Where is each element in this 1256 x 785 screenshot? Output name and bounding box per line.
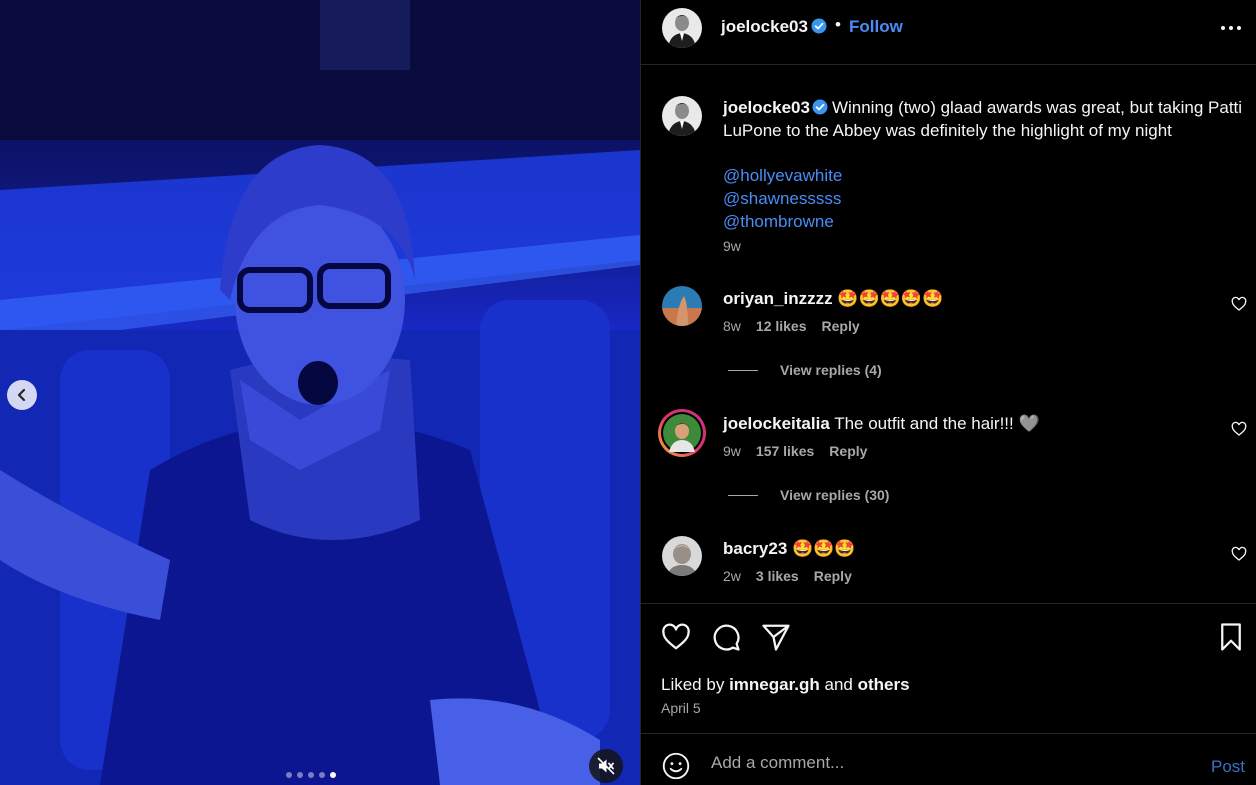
comment-username[interactable]: joelockeitalia: [723, 414, 830, 433]
liked-by-others[interactable]: others: [858, 675, 910, 694]
post-date: April 5: [661, 700, 701, 716]
comment-likes[interactable]: 157 likes: [756, 443, 814, 459]
verified-icon: [811, 18, 827, 34]
share-icon[interactable]: [761, 622, 791, 652]
comment-username[interactable]: bacry23: [723, 539, 787, 558]
comment-input[interactable]: [709, 752, 1193, 774]
heart-icon[interactable]: [1231, 546, 1247, 562]
heart-icon[interactable]: [1231, 421, 1247, 437]
view-replies-button[interactable]: View replies (30): [728, 487, 889, 503]
chevron-left-icon: [17, 388, 26, 402]
view-replies-label: View replies (4): [780, 362, 882, 378]
commenter-avatar[interactable]: [662, 286, 702, 326]
caption-timestamp: 9w: [723, 238, 741, 254]
comment-text: 🤩🤩🤩🤩🤩: [837, 289, 944, 308]
liked-by-prefix: Liked by: [661, 675, 725, 694]
carousel-dot: [319, 772, 325, 778]
mention-link[interactable]: @shawnesssss: [723, 187, 1243, 210]
comment-composer: Post: [641, 733, 1256, 785]
carousel-dot: [308, 772, 314, 778]
reply-button[interactable]: Reply: [814, 568, 852, 584]
liked-by-user[interactable]: imnegar.gh: [729, 675, 820, 694]
post-media[interactable]: [0, 0, 640, 785]
replies-divider: [728, 369, 758, 371]
comment-text: 🤩🤩🤩: [792, 539, 856, 558]
liked-by-and: and: [824, 675, 853, 694]
comment-icon[interactable]: [711, 622, 741, 652]
mute-icon: [597, 757, 615, 775]
author-avatar[interactable]: [662, 96, 702, 136]
carousel-indicator: [286, 772, 336, 778]
heart-icon[interactable]: [1231, 296, 1247, 312]
comment-time: 9w: [723, 443, 741, 459]
post-actions: Liked by imnegar.gh and others April 5: [641, 603, 1256, 733]
heart-icon[interactable]: [661, 622, 691, 652]
post-sidebar: joelocke03 • Follow joelocke03 Winning (…: [640, 0, 1256, 785]
reply-button[interactable]: Reply: [829, 443, 867, 459]
follow-button[interactable]: Follow: [849, 17, 903, 37]
commenter-avatar[interactable]: [657, 408, 707, 458]
verified-icon: [812, 99, 828, 115]
comment-text: The outfit and the hair!!! 🩶: [834, 414, 1040, 433]
carousel-dot: [297, 772, 303, 778]
post-comment-button[interactable]: Post: [1211, 757, 1245, 777]
post-header: joelocke03 • Follow: [641, 0, 1256, 65]
more-icon[interactable]: [1219, 18, 1243, 38]
carousel-dot: [286, 772, 292, 778]
replies-divider: [728, 494, 758, 496]
comment-time: 8w: [723, 318, 741, 334]
author-username[interactable]: joelocke03: [721, 17, 808, 37]
mute-button[interactable]: [589, 749, 623, 783]
separator-dot: •: [835, 15, 841, 34]
comment-username[interactable]: oriyan_inzzzz: [723, 289, 833, 308]
view-replies-button[interactable]: View replies (4): [728, 362, 882, 378]
carousel-prev-button[interactable]: [7, 380, 37, 410]
post-photo: [0, 0, 640, 785]
mention-link[interactable]: @hollyevawhite: [723, 164, 1243, 187]
comment-likes[interactable]: 3 likes: [756, 568, 799, 584]
view-replies-label: View replies (30): [780, 487, 890, 503]
author-avatar[interactable]: [662, 8, 702, 48]
mention-link[interactable]: @thombrowne: [723, 210, 1243, 233]
carousel-dot: [330, 772, 336, 778]
liked-by-summary: Liked by imnegar.gh and others: [661, 675, 910, 695]
reply-button[interactable]: Reply: [822, 318, 860, 334]
emoji-icon[interactable]: [662, 752, 690, 780]
commenter-avatar[interactable]: [662, 536, 702, 576]
comment-time: 2w: [723, 568, 741, 584]
caption-username[interactable]: joelocke03: [723, 98, 810, 117]
comment-likes[interactable]: 12 likes: [756, 318, 807, 334]
bookmark-icon[interactable]: [1216, 622, 1246, 652]
